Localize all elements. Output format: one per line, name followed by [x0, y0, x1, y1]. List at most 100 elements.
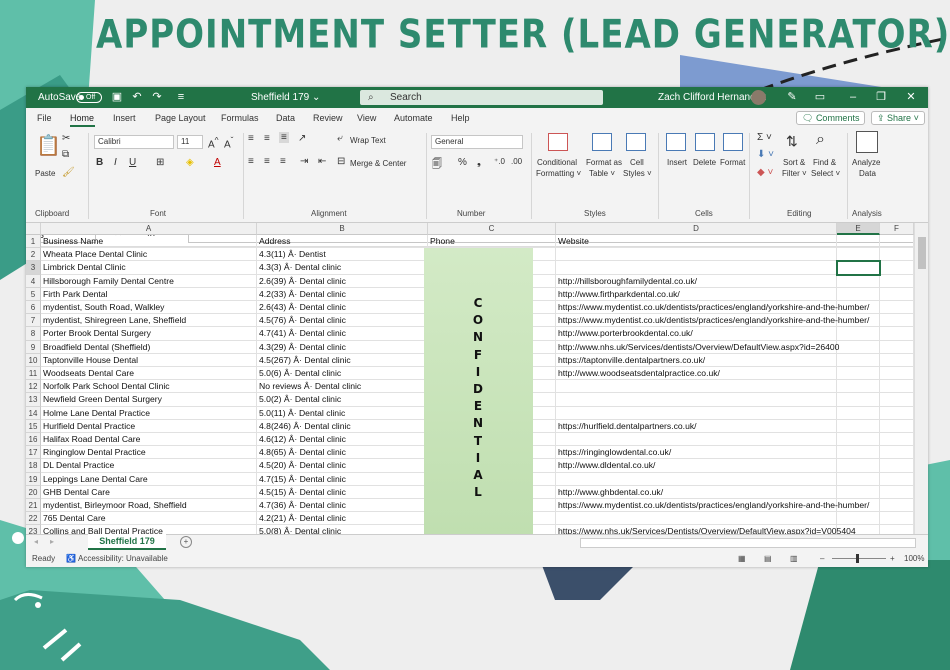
zoom-out-icon[interactable]: –: [820, 554, 824, 563]
row-header[interactable]: 3: [26, 261, 41, 275]
cell-f[interactable]: [880, 393, 914, 407]
row-header[interactable]: 22: [26, 512, 41, 526]
cell-b[interactable]: 4.2(21) Â· Dental clinic: [257, 512, 428, 526]
cell-d[interactable]: [556, 248, 837, 262]
column-header-b[interactable]: B: [257, 223, 428, 235]
cell-a[interactable]: Halifax Road Dental Care: [41, 433, 257, 447]
cell-d[interactable]: http://www.nhs.uk/Services/dentists/Over…: [556, 340, 839, 354]
column-header-d[interactable]: D: [556, 223, 837, 235]
save-icon[interactable]: ▣: [110, 87, 124, 108]
cell-d[interactable]: [556, 380, 837, 394]
cell-f[interactable]: [880, 327, 914, 341]
cell-b[interactable]: 5.0(11) Â· Dental clinic: [257, 406, 428, 420]
select-all-corner[interactable]: [26, 223, 41, 235]
underline-icon[interactable]: U: [129, 157, 136, 168]
cell-d[interactable]: Website: [556, 235, 837, 249]
cell-b[interactable]: 4.2(33) Â· Dental clinic: [257, 287, 428, 301]
decrease-decimal-icon[interactable]: .00: [511, 157, 522, 166]
paste-icon[interactable]: 📋: [36, 133, 61, 158]
wrap-text-button[interactable]: Wrap Text: [350, 136, 386, 145]
cell-f[interactable]: [880, 472, 914, 486]
cell-b[interactable]: 5.0(6) Â· Dental clinic: [257, 367, 428, 381]
sheet-tab-sheffield[interactable]: Sheffield 179: [88, 534, 166, 550]
zoom-slider[interactable]: [832, 558, 886, 559]
row-header[interactable]: 11: [26, 367, 41, 381]
file-name[interactable]: Sheffield 179 ⌄: [251, 87, 320, 108]
increase-font-icon[interactable]: A^: [208, 135, 219, 150]
cell-b[interactable]: 4.7(15) Â· Dental clinic: [257, 472, 428, 486]
tab-insert[interactable]: Insert: [113, 113, 136, 123]
cell-e[interactable]: [837, 353, 880, 367]
cell-f[interactable]: [880, 301, 914, 315]
user-name[interactable]: Zach Clifford Hernandez: [658, 87, 766, 108]
cell-e[interactable]: [837, 235, 880, 249]
cell-b[interactable]: 5.0(8) Â· Dental clinic: [257, 525, 428, 534]
cell-d[interactable]: [556, 261, 837, 275]
row-header[interactable]: 23: [26, 525, 41, 534]
analyze-data-icon[interactable]: [856, 131, 878, 153]
cell-e[interactable]: [837, 485, 880, 499]
copy-icon[interactable]: ⧉: [62, 149, 69, 160]
accounting-icon[interactable]: 🗐: [432, 157, 442, 174]
cell-d[interactable]: http://hillsboroughfamilydental.co.uk/: [556, 274, 837, 288]
align-bottom-icon[interactable]: ≡: [279, 132, 289, 143]
analyze-data-label[interactable]: Analyze: [852, 158, 880, 167]
cell-f[interactable]: [880, 512, 914, 526]
cell-d[interactable]: http://www.porterbrookdental.co.uk/: [556, 327, 837, 341]
cell-b[interactable]: 4.3(29) Â· Dental clinic: [257, 340, 428, 354]
row-header[interactable]: 14: [26, 406, 41, 420]
cell-b[interactable]: 4.5(15) Â· Dental clinic: [257, 485, 428, 499]
cell-a[interactable]: mydentist, Shiregreen Lane, Sheffield: [41, 314, 257, 328]
cell-b[interactable]: 4.3(11) Â· Dentist: [257, 248, 428, 262]
cell-f[interactable]: [880, 235, 914, 249]
zoom-in-icon[interactable]: +: [890, 554, 895, 563]
insert-cells-label[interactable]: Insert: [667, 158, 687, 167]
cell-b[interactable]: 4.6(12) Â· Dental clinic: [257, 433, 428, 447]
cell-e[interactable]: [837, 393, 880, 407]
cell-styles-icon[interactable]: [626, 133, 646, 151]
normal-view-icon[interactable]: ▦: [738, 554, 746, 563]
column-header-a[interactable]: A: [41, 223, 257, 235]
cell-f[interactable]: [880, 261, 914, 275]
search-box[interactable]: Search: [360, 90, 603, 105]
cell-f[interactable]: [880, 380, 914, 394]
cell-d[interactable]: http://www.firthparkdental.co.uk/: [556, 287, 837, 301]
cell-e[interactable]: [837, 367, 880, 381]
row-header[interactable]: 9: [26, 340, 41, 354]
align-right-icon[interactable]: ≡: [280, 156, 286, 167]
cell-d[interactable]: https://www.mydentist.co.uk/dentists/pra…: [556, 499, 869, 513]
share-button[interactable]: ⇪ Share ˅: [871, 111, 925, 125]
cell-f[interactable]: [880, 406, 914, 420]
format-painter-icon[interactable]: 🖌: [62, 167, 75, 178]
row-header[interactable]: 13: [26, 393, 41, 407]
analyze-data-label-2[interactable]: Data: [859, 169, 876, 178]
row-header[interactable]: 2: [26, 248, 41, 262]
decrease-font-icon[interactable]: Aˇ: [224, 135, 233, 150]
cell-f[interactable]: [880, 248, 914, 262]
cell-d[interactable]: https://taptonville.dentalpartners.co.uk…: [556, 353, 837, 367]
ribbon-display-icon[interactable]: ▭: [811, 87, 829, 108]
cell-a[interactable]: DL Dental Practice: [41, 459, 257, 473]
cell-a[interactable]: mydentist, Birleymoor Road, Sheffield: [41, 499, 257, 513]
cell-b[interactable]: No reviews Â· Dental clinic: [257, 380, 428, 394]
comments-button[interactable]: 🗨 Comments: [796, 111, 866, 125]
tab-formulas[interactable]: Formulas: [221, 113, 259, 123]
row-header[interactable]: 20: [26, 485, 41, 499]
cell-a[interactable]: Leppings Lane Dental Care: [41, 472, 257, 486]
sort-filter-icon[interactable]: ⇅: [786, 133, 798, 150]
sort-filter-label-2[interactable]: Filter ˅: [782, 169, 807, 178]
cell-a[interactable]: Business Name: [41, 235, 257, 249]
cell-e[interactable]: [837, 512, 880, 526]
font-color-icon[interactable]: A: [214, 157, 221, 168]
cell-a[interactable]: mydentist, South Road, Walkley: [41, 301, 257, 315]
add-sheet-icon[interactable]: +: [180, 536, 192, 548]
cell-e[interactable]: [837, 472, 880, 486]
find-select-icon[interactable]: ⌕: [816, 131, 825, 149]
clear-icon[interactable]: ◆ ˅: [757, 167, 773, 178]
font-name-select[interactable]: Calibri: [94, 135, 174, 149]
cell-e[interactable]: [837, 248, 880, 262]
cell-b[interactable]: 4.5(267) Â· Dental clinic: [257, 353, 428, 367]
row-header[interactable]: 6: [26, 301, 41, 315]
cell-a[interactable]: Woodseats Dental Care: [41, 367, 257, 381]
tab-page-layout[interactable]: Page Layout: [155, 113, 206, 123]
